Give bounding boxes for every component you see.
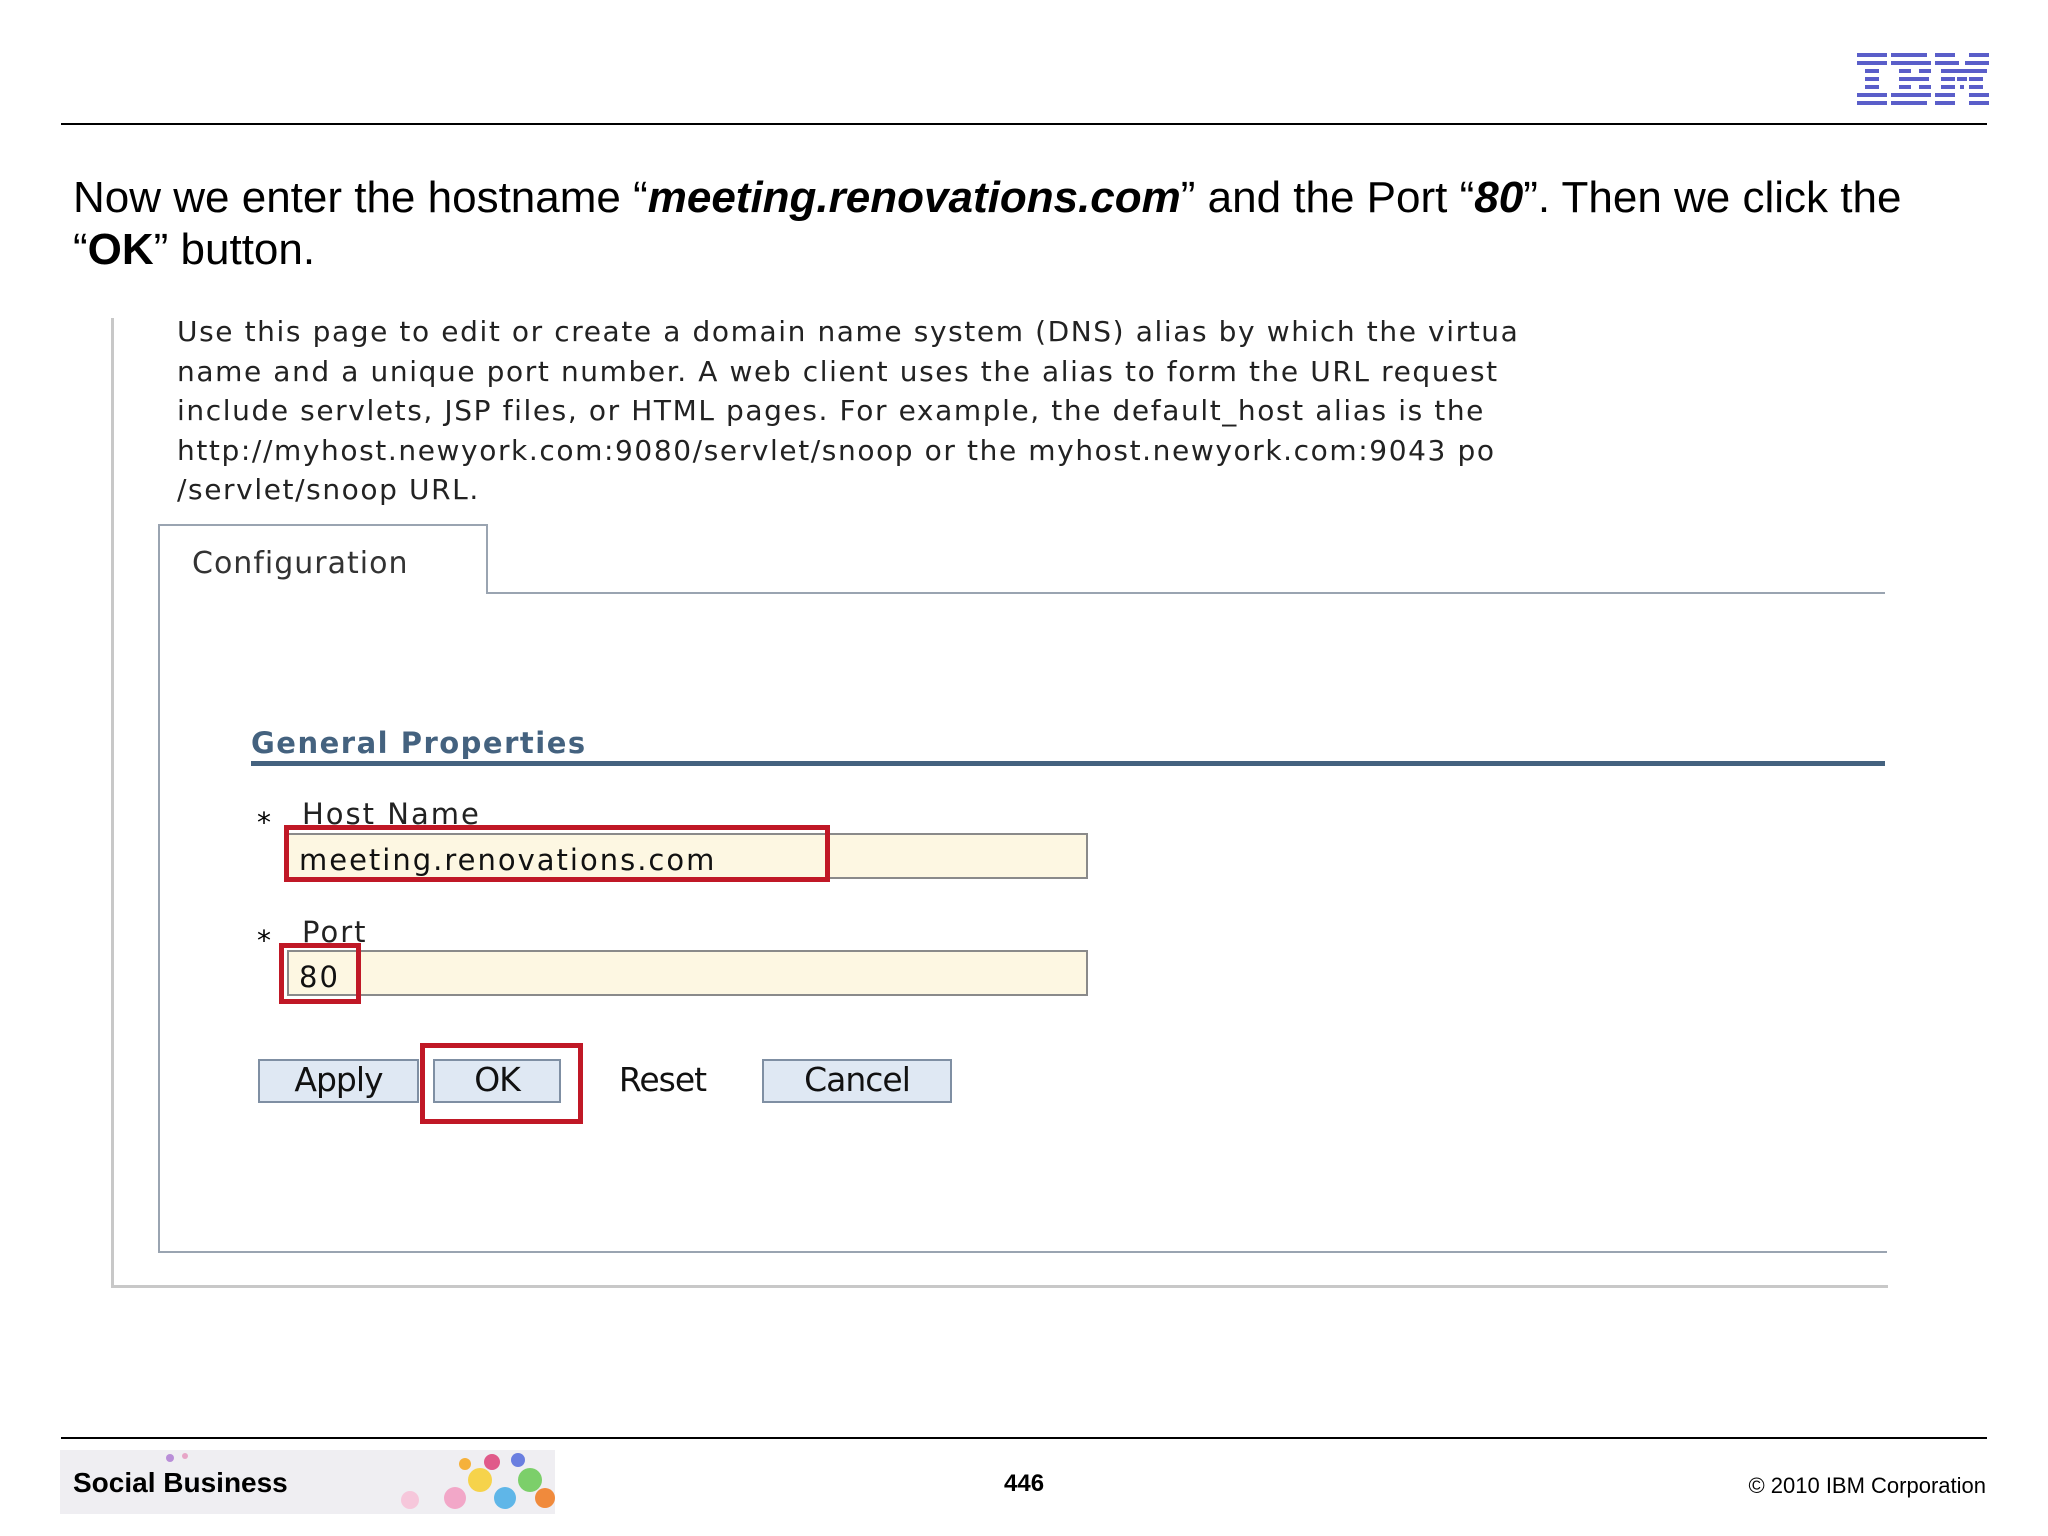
tab-strip-divider (488, 592, 1885, 594)
copyright-notice: © 2010 IBM Corporation (1748, 1473, 1986, 1498)
caption-hostname: meeting.renovations.com (647, 173, 1181, 222)
caption-port: 80 (1474, 173, 1524, 222)
screenshot-border (111, 318, 114, 1288)
caption-text: Now we enter the hostname “ (73, 173, 648, 222)
description-line: Use this page to edit or create a domain… (177, 315, 1520, 348)
description-line: include servlets, JSP files, or HTML pag… (177, 394, 1486, 427)
footer-divider (61, 1437, 1987, 1439)
configuration-panel (158, 592, 1887, 1253)
footer-brand: Social Business (73, 1467, 288, 1498)
description-line: name and a unique port number. A web cli… (177, 354, 1499, 388)
apply-button[interactable]: Apply (258, 1059, 419, 1103)
cancel-button[interactable]: Cancel (762, 1059, 952, 1103)
ok-button-highlight (420, 1043, 583, 1124)
ibm-logo (1857, 53, 1989, 105)
caption-text: ” button. (153, 225, 316, 274)
caption-ok: OK (87, 225, 154, 274)
page-description: Use this page to edit or create a domain… (177, 312, 1885, 510)
header-divider (61, 123, 1987, 125)
required-icon: * (257, 924, 271, 957)
description-line: http://myhost.newyork.com:9080/servlet/s… (177, 433, 1496, 467)
port-input[interactable] (287, 950, 1088, 996)
host-name-highlight (284, 825, 830, 882)
port-highlight (279, 943, 361, 1004)
page-number: 446 (1004, 1470, 1045, 1497)
required-icon: * (257, 806, 271, 839)
slide-caption: Now we enter the hostname “meeting.renov… (73, 172, 1973, 276)
description-line: /servlet/snoop URL. (177, 473, 480, 506)
reset-button[interactable]: Reset (578, 1059, 747, 1103)
tab-configuration[interactable]: Configuration (158, 524, 488, 594)
section-title: General Properties (251, 726, 587, 760)
screenshot-border (111, 1285, 1888, 1288)
caption-text: ” and the Port “ (1180, 173, 1475, 222)
section-divider (251, 761, 1885, 766)
